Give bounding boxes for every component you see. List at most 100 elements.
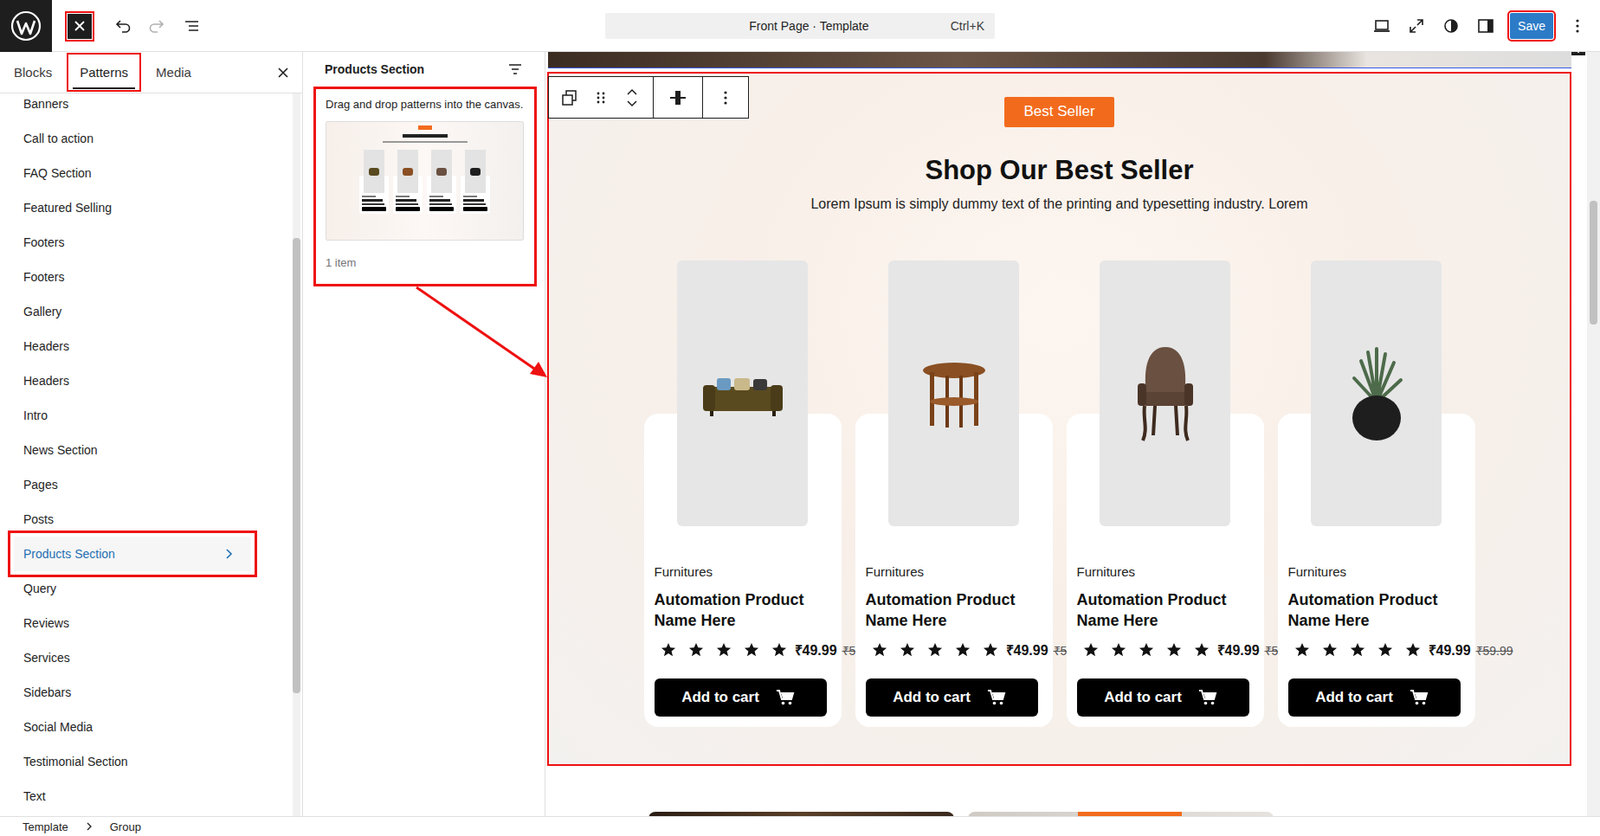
- breadcrumb-item[interactable]: Group: [109, 820, 142, 834]
- category-item[interactable]: Query: [0, 571, 278, 607]
- category-label[interactable]: Services: [23, 651, 71, 665]
- category-item[interactable]: Intro: [0, 398, 278, 433]
- cart-icon[interactable]: [982, 683, 1011, 712]
- contrast-icon[interactable]: [1437, 12, 1465, 40]
- category-item[interactable]: Headers: [0, 329, 278, 364]
- category-label[interactable]: Call to action: [23, 131, 94, 146]
- command-bar[interactable]: Front Page · TemplateCtrl+K: [605, 12, 995, 39]
- category-item[interactable]: Footers: [0, 225, 278, 260]
- laptop-icon[interactable]: [1367, 12, 1396, 40]
- duplicate-icon[interactable]: [555, 83, 584, 112]
- product-image[interactable]: [1310, 260, 1442, 527]
- fullscreen-icon[interactable]: [1402, 12, 1431, 40]
- category-label[interactable]: Products Section: [23, 547, 116, 562]
- button-label[interactable]: Add to cart: [892, 689, 971, 707]
- product-image[interactable]: [1099, 260, 1231, 527]
- category-label[interactable]: Banners: [23, 96, 69, 111]
- scrollbar[interactable]: [292, 93, 301, 817]
- product-name[interactable]: Automation Product Name Here: [654, 589, 832, 632]
- save-button[interactable]: Save: [1509, 12, 1554, 39]
- close-icon[interactable]: [67, 13, 92, 39]
- category-item[interactable]: Services: [0, 640, 278, 676]
- inserter-tab[interactable]: Blocks: [0, 51, 66, 93]
- list-view-icon[interactable]: [178, 12, 207, 40]
- category-item[interactable]: Social Media: [0, 709, 278, 745]
- options-icon[interactable]: [711, 83, 740, 112]
- pattern-preview[interactable]: [325, 121, 524, 241]
- add-to-cart-button[interactable]: Add to cart: [654, 678, 827, 717]
- cart-icon[interactable]: [771, 683, 800, 712]
- add-block-icon[interactable]: [1571, 51, 1586, 56]
- cart-icon[interactable]: [1193, 683, 1222, 712]
- product-image[interactable]: [677, 260, 808, 527]
- category-label[interactable]: Testimonial Section: [23, 754, 129, 769]
- button-label[interactable]: Add to cart: [1315, 689, 1394, 707]
- category-item[interactable]: News Section: [0, 432, 278, 468]
- product-image[interactable]: [888, 260, 1020, 527]
- category-label[interactable]: Headers: [23, 339, 70, 354]
- drag-handle-icon[interactable]: [587, 83, 615, 112]
- add-to-cart-button[interactable]: Add to cart: [1077, 678, 1250, 717]
- wordpress-logo-icon[interactable]: [0, 0, 52, 52]
- category-label[interactable]: Featured Selling: [23, 200, 112, 215]
- products-group[interactable]: Best SellerShop Our Best SellerLorem Ips…: [547, 71, 1572, 767]
- category-item[interactable]: Call to action: [0, 121, 278, 156]
- product-card[interactable]: FurnituresAutomation Product Name Here₹4…: [1277, 260, 1476, 728]
- product-name[interactable]: Automation Product Name Here: [865, 589, 1043, 632]
- pattern-count: 1 item: [325, 256, 526, 270]
- category-item[interactable]: Gallery: [0, 294, 278, 330]
- best-seller-badge[interactable]: Best Seller: [1004, 96, 1114, 128]
- button-label[interactable]: Add to cart: [681, 689, 760, 707]
- category-item[interactable]: Products Section: [13, 536, 252, 572]
- category-item[interactable]: Featured Selling: [0, 190, 278, 226]
- preview-line: [361, 199, 383, 202]
- category-item[interactable]: Headers: [0, 363, 278, 399]
- category-label[interactable]: Pages: [23, 477, 59, 492]
- category-label[interactable]: Posts: [23, 512, 54, 527]
- category-label[interactable]: FAQ Section: [23, 166, 92, 181]
- category-label[interactable]: Query: [23, 581, 57, 596]
- product-card[interactable]: FurnituresAutomation Product Name Here₹4…: [644, 260, 842, 728]
- category-label[interactable]: Headers: [23, 374, 70, 388]
- category-item[interactable]: Pages: [0, 467, 278, 503]
- category-label[interactable]: Reviews: [23, 616, 70, 631]
- canvas-scrollbar[interactable]: [1587, 51, 1600, 817]
- category-item[interactable]: Testimonial Section: [0, 744, 278, 780]
- category-item[interactable]: Footers: [0, 259, 278, 295]
- category-label[interactable]: Text: [23, 789, 46, 804]
- sidebar-icon[interactable]: [1471, 12, 1500, 40]
- category-item[interactable]: Banners: [0, 93, 278, 122]
- add-to-cart-button[interactable]: Add to cart: [865, 678, 1039, 717]
- category-item[interactable]: Reviews: [0, 606, 278, 641]
- category-label[interactable]: Intro: [23, 408, 48, 423]
- filter-icon[interactable]: [501, 55, 530, 84]
- category-item[interactable]: Posts: [0, 502, 278, 537]
- undo-icon[interactable]: [109, 12, 137, 40]
- inserter-tab[interactable]: Media: [141, 51, 206, 93]
- breadcrumb-item[interactable]: Template: [22, 820, 69, 834]
- category-label[interactable]: Sidebars: [23, 685, 71, 700]
- category-label[interactable]: Footers: [23, 235, 65, 250]
- category-item[interactable]: Sidebars: [0, 675, 278, 710]
- inserter-tab[interactable]: Patterns: [65, 51, 142, 93]
- move-up-down-icon[interactable]: [618, 83, 646, 112]
- category-label[interactable]: Gallery: [23, 304, 62, 319]
- category-item[interactable]: FAQ Section: [0, 155, 278, 191]
- product-card[interactable]: FurnituresAutomation Product Name Here₹4…: [855, 260, 1053, 728]
- product-card[interactable]: FurnituresAutomation Product Name Here₹4…: [1066, 260, 1265, 728]
- product-name[interactable]: Automation Product Name Here: [1288, 589, 1465, 632]
- category-label[interactable]: News Section: [23, 443, 98, 458]
- cart-icon[interactable]: [1405, 683, 1433, 712]
- category-item[interactable]: Text: [0, 779, 278, 814]
- category-label[interactable]: Social Media: [23, 720, 93, 735]
- scrollbar-thumb[interactable]: [292, 238, 301, 694]
- category-label[interactable]: Footers: [23, 270, 65, 284]
- close-icon[interactable]: [276, 51, 303, 93]
- button-label[interactable]: Add to cart: [1103, 689, 1182, 707]
- more-icon[interactable]: [1563, 12, 1592, 40]
- add-to-cart-button[interactable]: Add to cart: [1288, 678, 1461, 717]
- align-icon[interactable]: [664, 83, 692, 112]
- document-title[interactable]: Front Page · Template: [674, 19, 944, 33]
- scrollbar-thumb[interactable]: [1589, 200, 1598, 325]
- product-name[interactable]: Automation Product Name Here: [1077, 589, 1254, 632]
